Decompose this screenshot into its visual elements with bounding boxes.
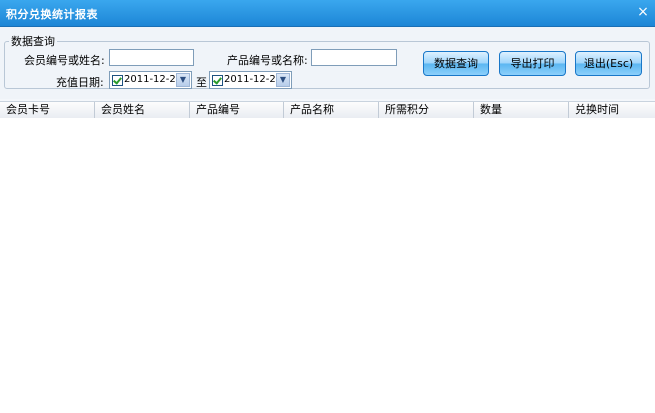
column-product-name[interactable]: 产品名称 (284, 102, 379, 118)
column-member-name[interactable]: 会员姓名 (95, 102, 190, 118)
chevron-down-icon[interactable]: ▼ (176, 73, 190, 87)
date-to-checkbox[interactable] (212, 75, 223, 86)
column-member-card[interactable]: 会员卡号 (0, 102, 95, 118)
member-label: 会员编号或姓名: (24, 54, 105, 67)
query-panel: 数据查询 会员编号或姓名: 产品编号或名称: 充值日期: 2011-12-27 … (0, 27, 655, 99)
member-search-input[interactable] (109, 49, 194, 66)
date-to-picker[interactable]: 2011-12-27 ▼ (209, 71, 292, 89)
date-to-value: 2011-12-27 (224, 74, 283, 85)
date-from-picker[interactable]: 2011-12-27 ▼ (109, 71, 192, 89)
product-search-input[interactable] (311, 49, 397, 66)
date-from-value: 2011-12-27 (124, 74, 183, 85)
table-header: 会员卡号 会员姓名 产品编号 产品名称 所需积分 数量 兑换时间 (0, 101, 655, 119)
query-group-label: 数据查询 (11, 35, 55, 48)
column-quantity[interactable]: 数量 (474, 102, 569, 118)
exit-button[interactable]: 退出(Esc) (575, 51, 642, 76)
date-separator: 至 (196, 76, 207, 89)
search-button[interactable]: 数据查询 (423, 51, 489, 76)
chevron-down-icon[interactable]: ▼ (276, 73, 290, 87)
table-body[interactable] (0, 118, 655, 413)
title-bar: 积分兑换统计报表 × (0, 0, 655, 27)
window-title: 积分兑换统计报表 (6, 8, 98, 21)
column-exchange-time[interactable]: 兑换时间 (569, 102, 655, 118)
column-points-required[interactable]: 所需积分 (379, 102, 474, 118)
date-label: 充值日期: (56, 76, 104, 89)
product-label: 产品编号或名称: (227, 54, 308, 67)
close-icon[interactable]: × (635, 4, 651, 20)
export-print-button[interactable]: 导出打印 (499, 51, 566, 76)
date-from-checkbox[interactable] (112, 75, 123, 86)
column-product-code[interactable]: 产品编号 (190, 102, 284, 118)
